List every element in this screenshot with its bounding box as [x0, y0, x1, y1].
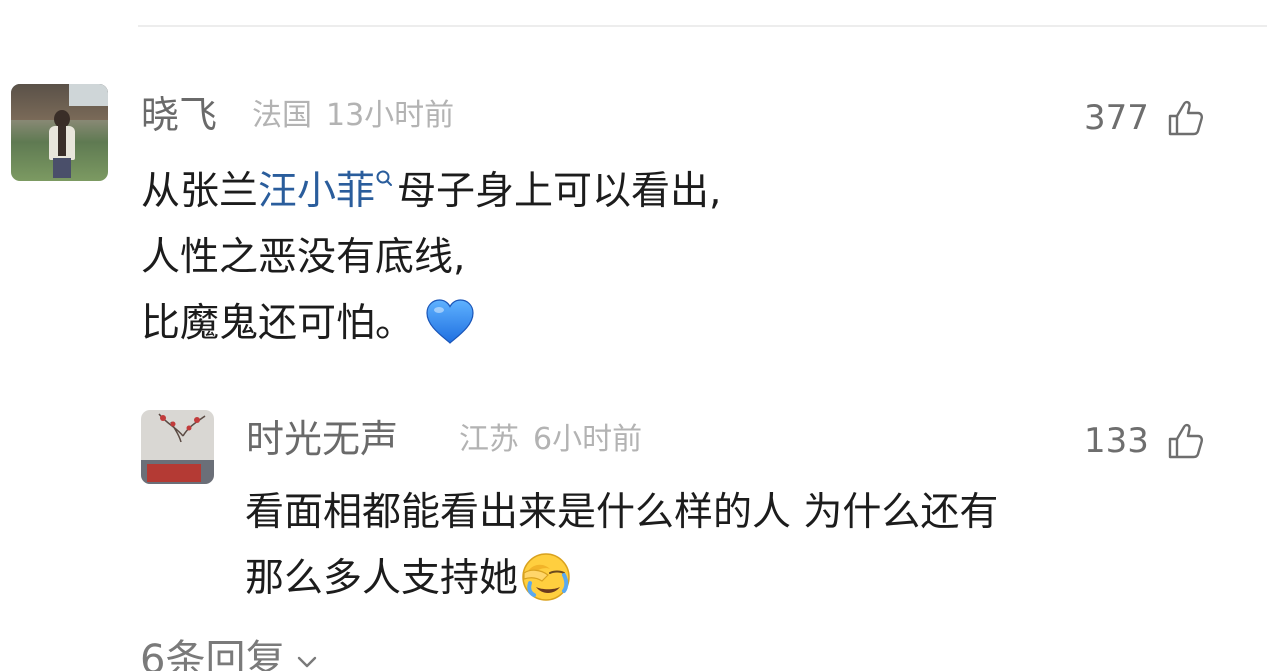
comment-thread: 晓飞 法国 13小时前 377 从张兰汪小菲 母子身上可以看出, 人性之恶没有底线,… [0, 0, 1267, 671]
avatar-painting [158, 413, 206, 443]
search-link[interactable]: 汪小菲 [258, 169, 375, 214]
like-count: 133 [1084, 421, 1149, 461]
avatar[interactable] [11, 84, 108, 181]
comment-location: 法国 [252, 98, 312, 133]
avatar-person-legs [53, 158, 71, 178]
reply-username[interactable]: 时光无声 [246, 420, 398, 458]
like-count: 377 [1084, 98, 1149, 138]
comment-time: 13小时前 [326, 98, 455, 133]
comment-line: 人性之恶没有底线, [141, 235, 466, 280]
like-button[interactable]: 377 [1084, 98, 1205, 138]
comment-text-segment: 从张兰 [141, 169, 259, 214]
comment-body: 从张兰汪小菲 母子身上可以看出, 人性之恶没有底线, 比魔鬼还可怕。 [141, 159, 721, 357]
comment-line: 从张兰汪小菲 母子身上可以看出, [141, 159, 721, 225]
reply-body: 看面相都能看出来是什么样的人 为什么还有 那么多人支持她 [245, 480, 998, 612]
comment-text-segment: 母子身上可以看出, [397, 169, 722, 214]
view-replies-link[interactable]: 6条回复 [140, 640, 319, 671]
search-icon[interactable] [375, 169, 393, 191]
reply-location: 江苏 [459, 422, 519, 457]
comment-username[interactable]: 晓飞 [141, 96, 217, 134]
blue-heart-icon [426, 298, 474, 344]
comment-meta: 法国 13小时前 [252, 101, 454, 131]
comment-text-segment: 比魔鬼还可怕。 [141, 301, 415, 346]
facepalm-crying-icon [522, 552, 570, 601]
avatar-red-box [147, 464, 201, 482]
thumbs-up-icon [1168, 100, 1203, 136]
thumbs-up-icon [1168, 423, 1203, 459]
comment-line: 比魔鬼还可怕。 [141, 291, 721, 357]
reply-time: 6小时前 [533, 422, 643, 457]
chevron-down-icon [298, 656, 317, 668]
avatar[interactable] [141, 410, 214, 484]
comment-line: 那么多人支持她 [245, 546, 998, 612]
reply-meta: 江苏 6小时前 [459, 425, 642, 455]
divider [138, 25, 1267, 27]
like-button[interactable]: 133 [1084, 421, 1205, 461]
avatar-person-scarf [58, 126, 66, 156]
comment-line: 看面相都能看出来是什么样的人 为什么还有 [245, 490, 999, 535]
avatar-sky [69, 84, 108, 106]
replies-count-label: 6条回复 [140, 637, 286, 671]
comment-text-segment: 那么多人支持她 [245, 556, 519, 601]
